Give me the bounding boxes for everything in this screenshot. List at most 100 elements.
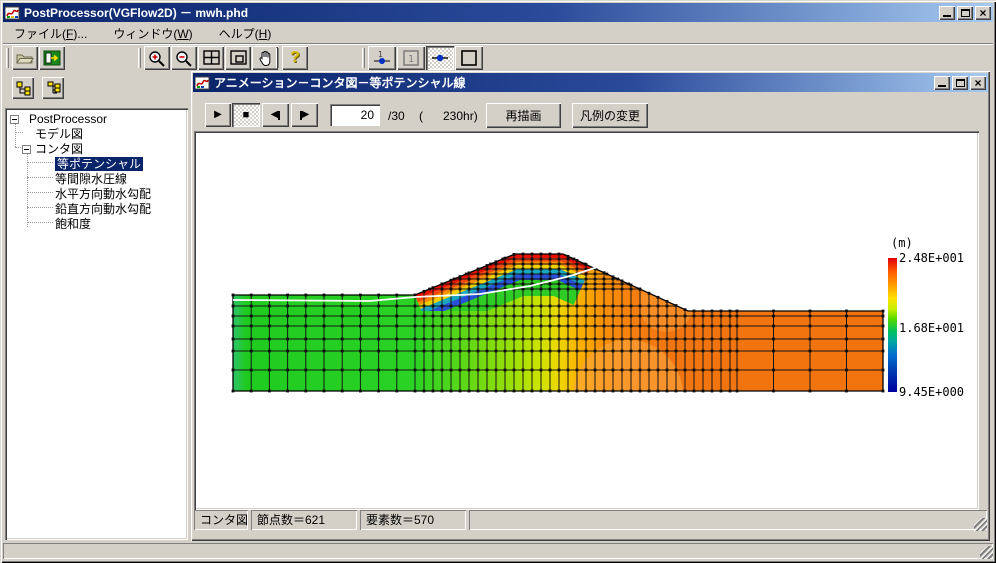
app-icon — [5, 6, 20, 19]
tree-connector — [27, 177, 53, 178]
tree-item-pore-pressure[interactable]: 等間隙水圧線 — [55, 172, 127, 186]
mdi-icon — [195, 76, 210, 89]
close-button[interactable]: × — [975, 5, 991, 20]
play-button[interactable]: ▶ — [205, 103, 231, 127]
svg-text:1.68E+001: 1.68E+001 — [899, 321, 964, 335]
zoom-out-icon — [176, 50, 192, 67]
tree-collapse-box[interactable] — [22, 145, 31, 154]
tree-connector — [15, 121, 16, 147]
step-back-button[interactable]: ◀ — [262, 103, 289, 127]
mdi-status-bar: コンタ図 節点数＝621 要素数＝570 — [194, 510, 987, 530]
tree-connector — [27, 207, 53, 208]
stop-icon: ■ — [242, 109, 250, 121]
svg-text:1: 1 — [378, 50, 383, 59]
minimize-icon — [938, 85, 946, 87]
node-number-icon: 1 — [374, 50, 390, 64]
tree-connector — [27, 192, 53, 193]
frame-number-input[interactable] — [330, 104, 380, 126]
open-file-button[interactable] — [12, 46, 38, 70]
status-bar-panel — [3, 543, 993, 559]
application-window: PostProcessor(VGFlow2D) － mwh.phd × ファイル… — [0, 0, 996, 563]
open-folder-icon — [16, 54, 34, 64]
run-export-button[interactable] — [39, 46, 65, 70]
minimize-icon — [943, 15, 951, 17]
maximize-icon — [955, 78, 965, 87]
step-forward-icon: ▶ — [301, 109, 310, 120]
contour-plot-svg: (m)2.48E+001 1.68E+001 9.45E+000 — [196, 133, 977, 508]
tree-item-contour-group[interactable]: コンタ図 — [35, 142, 83, 156]
close-icon: × — [979, 5, 987, 20]
mdi-window-title: アニメーション－コンタ図－等ポテンシャル線 — [214, 76, 466, 90]
redraw-button[interactable]: 再描画 — [486, 103, 561, 128]
toolbar-help-group: ? — [272, 45, 309, 71]
stop-button[interactable]: ■ — [232, 103, 260, 127]
toolbar-file-group — [2, 45, 66, 71]
title-bar[interactable]: PostProcessor(VGFlow2D) － mwh.phd × — [3, 3, 993, 22]
mdi-maximize-button[interactable] — [952, 75, 968, 90]
step-forward-button[interactable]: ▶ — [291, 103, 318, 127]
pan-hand-icon — [258, 50, 270, 66]
element-numbers-button[interactable]: 1 — [397, 46, 425, 70]
tree-item-vertical-gradient[interactable]: 鉛直方向動水勾配 — [55, 202, 151, 216]
tree-collapse-box[interactable] — [10, 115, 19, 124]
tree-view-button-1[interactable] — [12, 77, 34, 99]
status-empty-panel — [469, 510, 987, 530]
element-number-icon: 1 — [403, 50, 419, 66]
svg-text:1: 1 — [408, 54, 414, 65]
svg-text:9.45E+000: 9.45E+000 — [899, 385, 964, 399]
fit-view-button[interactable] — [198, 46, 224, 70]
menu-window[interactable]: ウィンドウ(W) — [107, 23, 198, 44]
window-title: PostProcessor(VGFlow2D) － mwh.phd — [24, 6, 249, 20]
zoom-window-button[interactable] — [225, 46, 251, 70]
mdi-resize-grip[interactable] — [974, 518, 987, 531]
tree-connector — [15, 132, 23, 133]
tree-item-root[interactable]: PostProcessor — [29, 112, 107, 126]
zoom-in-icon — [149, 50, 165, 67]
step-back-bar — [278, 110, 281, 120]
mdi-close-button[interactable]: × — [970, 75, 986, 90]
zoom-out-button[interactable] — [171, 46, 197, 70]
mdi-window: アニメーション－コンタ図－等ポテンシャル線 × ▶ ■ ◀ ▶ /30 ( 23… — [191, 71, 990, 541]
zoom-window-icon — [229, 50, 247, 65]
step-back-icon: ◀ — [270, 109, 279, 120]
node-dot-icon — [432, 54, 448, 62]
help-icon: ? — [290, 49, 300, 66]
close-icon: × — [974, 75, 982, 90]
zoom-in-button[interactable] — [144, 46, 170, 70]
toolbar-grip — [138, 48, 141, 68]
tree-connector — [27, 162, 53, 163]
show-nodes-button[interactable] — [426, 46, 454, 70]
window-resize-grip[interactable] — [980, 546, 993, 559]
menu-file[interactable]: ファイル(F)... — [8, 23, 93, 44]
help-button[interactable]: ? — [282, 46, 308, 70]
run-exit-icon — [43, 50, 61, 66]
play-icon: ▶ — [214, 109, 222, 120]
toolbar-grip — [276, 48, 279, 68]
status-mode: コンタ図 — [194, 510, 248, 530]
tree-connector — [27, 222, 53, 223]
maximize-icon — [960, 8, 970, 17]
svg-text:(m): (m) — [891, 236, 913, 250]
contour-canvas[interactable]: (m) 2.48E+001 1.68E+001 9.45E+000 — [194, 131, 979, 510]
node-numbers-button[interactable]: 1 — [368, 46, 396, 70]
tree-item-horizontal-gradient[interactable]: 水平方向動水勾配 — [55, 187, 151, 201]
frame-total-label: /30 — [388, 109, 405, 123]
tree-item-model[interactable]: モデル図 — [35, 127, 83, 141]
svg-text:2.48E+001: 2.48E+001 — [899, 251, 964, 265]
change-legend-button[interactable]: 凡例の変更 — [572, 103, 648, 128]
menu-bar: ファイル(F)... ウィンドウ(W) ヘルプ(H) — [3, 24, 993, 44]
toolbar-grip — [6, 48, 9, 68]
mdi-title-bar[interactable]: アニメーション－コンタ図－等ポテンシャル線 × — [193, 73, 988, 92]
minimize-button[interactable] — [939, 5, 955, 20]
menu-help[interactable]: ヘルプ(H) — [213, 23, 278, 44]
toolbar-display-group: 1 1 — [358, 45, 484, 71]
show-elements-button[interactable] — [455, 46, 483, 70]
toolbar-zoom-group — [134, 45, 279, 71]
tree-view-button-2[interactable] — [42, 77, 64, 99]
mdi-minimize-button[interactable] — [934, 75, 950, 90]
tree-item-saturation[interactable]: 飽和度 — [55, 217, 91, 231]
maximize-button[interactable] — [957, 5, 973, 20]
fit-grid-icon — [202, 50, 220, 65]
status-bar — [3, 543, 993, 559]
time-label: ( 230hr) — [419, 109, 478, 123]
